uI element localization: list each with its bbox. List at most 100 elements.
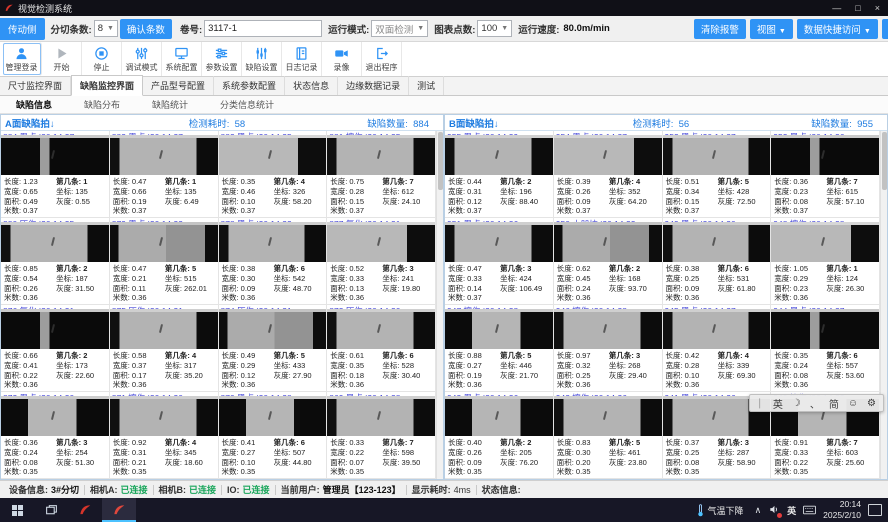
defect-cell-873[interactable]: 873 压伤 |20:14:30长度: 0.61第几条: 6宽度: 0.35坐标…: [327, 305, 436, 392]
defect-thumbnail[interactable]: [663, 222, 771, 262]
data-access-menu-button[interactable]: 数据快捷访问▼: [797, 19, 878, 39]
defect-cell-943[interactable]: 943 黑点 |20:14:26长度: 0.40第几条: 2宽度: 0.26坐标…: [445, 392, 554, 479]
defect-cell-951[interactable]: 951 黑点 |20:14:36长度: 0.47第几条: 3宽度: 0.33坐标…: [445, 218, 554, 305]
toolbar-button-defect[interactable]: 缺陷设置: [242, 42, 282, 76]
defect-thumbnail[interactable]: [771, 135, 879, 175]
tab-4[interactable]: 状态信息: [285, 76, 338, 95]
toolbar-button-record[interactable]: 录像: [322, 42, 362, 76]
toolbar-button-params[interactable]: 参数设置: [202, 42, 242, 76]
defect-cell-883[interactable]: 883 黑点 |20:14:37长度: 0.47第几条: 1宽度: 0.66坐标…: [110, 131, 219, 218]
close-button[interactable]: ×: [875, 3, 880, 13]
chart-points-select[interactable]: 100▼: [477, 20, 512, 37]
defect-thumbnail[interactable]: [110, 396, 218, 436]
defect-thumbnail[interactable]: [1, 396, 109, 436]
defect-cell-948[interactable]: 948 擦伤 |20:14:28长度: 1.05第几条: 1宽度: 0.29坐标…: [771, 218, 880, 305]
maximize-button[interactable]: □: [855, 3, 860, 13]
subtab-1[interactable]: 缺陷分布: [68, 96, 136, 113]
panel-scrollbar[interactable]: [880, 131, 887, 479]
defect-thumbnail[interactable]: [1, 222, 109, 262]
scrollbar-thumb[interactable]: [882, 132, 887, 190]
defect-thumbnail[interactable]: [663, 309, 771, 349]
defect-thumbnail[interactable]: [327, 222, 435, 262]
clear-alarm-button[interactable]: 清除报警: [694, 19, 746, 39]
defect-cell-955[interactable]: 955 黑点 |20:14:39长度: 0.44第几条: 2宽度: 0.31坐标…: [445, 131, 554, 218]
taskbar-app-2-active[interactable]: [102, 498, 136, 522]
defect-cell-953[interactable]: 953 黑点 |20:14:37长度: 0.51第几条: 5宽度: 0.34坐标…: [663, 131, 772, 218]
ime-drag-handle[interactable]: ❘: [755, 398, 763, 409]
defect-cell-880[interactable]: 880 压伤 |20:14:35长度: 0.85第几条: 2宽度: 0.54坐标…: [1, 218, 110, 305]
defect-thumbnail[interactable]: [327, 396, 435, 436]
defect-thumbnail[interactable]: [445, 396, 553, 436]
weather-widget[interactable]: 气温下降: [692, 498, 748, 522]
defect-thumbnail[interactable]: [110, 222, 218, 262]
defect-thumbnail[interactable]: [110, 135, 218, 175]
defect-cell-875[interactable]: 875 压伤 |20:14:31长度: 0.58第几条: 4宽度: 0.37坐标…: [110, 305, 219, 392]
defect-thumbnail[interactable]: [327, 135, 435, 175]
ime-item-2[interactable]: 、: [810, 396, 820, 411]
defect-cell-870[interactable]: 870 黑点 |20:14:28长度: 0.41第几条: 6宽度: 0.27坐标…: [219, 392, 328, 479]
tab-2[interactable]: 产品型号配置: [143, 76, 214, 95]
defect-thumbnail[interactable]: [327, 309, 435, 349]
defect-thumbnail[interactable]: [219, 396, 327, 436]
ime-language-indicator[interactable]: 英: [787, 504, 796, 517]
defect-cell-954[interactable]: 954 黑点 |20:14:37长度: 0.39第几条: 4宽度: 0.26坐标…: [554, 131, 663, 218]
tab-6[interactable]: 测试: [409, 76, 444, 95]
defect-thumbnail[interactable]: [445, 222, 553, 262]
toolbar-button-stop[interactable]: 停止: [82, 42, 122, 76]
defect-thumbnail[interactable]: [219, 309, 327, 349]
defect-cell-947[interactable]: 947 擦伤 |20:14:28长度: 0.88第几条: 5宽度: 0.27坐标…: [445, 305, 554, 392]
defect-cell-872[interactable]: 872 黑点 |20:14:30长度: 0.36第几条: 3宽度: 0.24坐标…: [1, 392, 110, 479]
defect-cell-942[interactable]: 942 擦伤 |20:14:26长度: 0.83第几条: 5宽度: 0.30坐标…: [554, 392, 663, 479]
volume-icon[interactable]: [768, 504, 780, 517]
defect-cell-882[interactable]: 882 黑点 |20:14:35长度: 0.35第几条: 4宽度: 0.46坐标…: [219, 131, 328, 218]
action-center-icon[interactable]: [868, 504, 882, 516]
minimize-button[interactable]: —: [832, 3, 841, 13]
toolbar-button-user[interactable]: 管理登录: [2, 42, 42, 76]
panel-title[interactable]: A面缺陷拍↓: [1, 116, 146, 130]
subtab-3[interactable]: 分类信息统计: [204, 96, 290, 113]
panel-title[interactable]: B面缺陷拍↓: [445, 116, 590, 130]
defect-thumbnail[interactable]: [445, 135, 553, 175]
defect-thumbnail[interactable]: [1, 309, 109, 349]
defect-cell-879[interactable]: 879 黑点 |20:14:33长度: 0.47第几条: 5宽度: 0.21坐标…: [110, 218, 219, 305]
view-menu-button[interactable]: 视图▼: [750, 19, 793, 39]
defect-cell-869[interactable]: 869 黑点 |20:14:28长度: 0.33第几条: 7宽度: 0.22坐标…: [327, 392, 436, 479]
scrollbar-thumb[interactable]: [438, 132, 443, 190]
defect-cell-884[interactable]: 884 黑点 |20:14:37长度: 1.23第几条: 1宽度: 0.65坐标…: [1, 131, 110, 218]
defect-thumbnail[interactable]: [554, 396, 662, 436]
tab-0[interactable]: 尺寸监控界面: [0, 76, 71, 95]
defect-cell-945[interactable]: 945 黑点 |20:14:27长度: 0.42第几条: 4宽度: 0.28坐标…: [663, 305, 772, 392]
defect-thumbnail[interactable]: [445, 309, 553, 349]
help-menu-button[interactable]: 帮助▼: [882, 19, 888, 39]
tab-5[interactable]: 边缘数据记录: [338, 76, 409, 95]
tab-3[interactable]: 系统参数配置: [214, 76, 285, 95]
tray-expand-chevron[interactable]: ∧: [755, 505, 762, 516]
defect-thumbnail[interactable]: [771, 309, 879, 349]
ime-item-3[interactable]: 简: [829, 396, 839, 411]
toolbar-button-log[interactable]: 日志记录: [282, 42, 322, 76]
toolbar-button-system[interactable]: 系统配置: [162, 42, 202, 76]
defect-thumbnail[interactable]: [554, 309, 662, 349]
toolbar-button-debug[interactable]: 调试模式: [122, 42, 162, 76]
defect-cell-946[interactable]: 946 擦伤 |20:14:28长度: 0.97第几条: 3宽度: 0.32坐标…: [554, 305, 663, 392]
defect-cell-949[interactable]: 949 黑点 |20:14:30长度: 0.38第几条: 6宽度: 0.25坐标…: [663, 218, 772, 305]
defect-thumbnail[interactable]: [219, 222, 327, 262]
ime-item-0[interactable]: 英: [773, 396, 783, 411]
defect-cell-952[interactable]: 952 黑点 |20:14:36长度: 0.36第几条: 7宽度: 0.23坐标…: [771, 131, 880, 218]
defect-cell-950[interactable]: 950 小凹坑 |20:14:32长度: 0.62第几条: 2宽度: 0.45坐…: [554, 218, 663, 305]
defect-thumbnail[interactable]: [219, 135, 327, 175]
taskbar-clock[interactable]: 20:14 2025/2/10: [823, 499, 861, 520]
start-button[interactable]: [0, 498, 34, 522]
ime-item-5[interactable]: ⚙: [867, 398, 876, 409]
taskbar-app-1[interactable]: [68, 498, 102, 522]
defect-cell-876[interactable]: 876 氧化 |20:14:31长度: 0.66第几条: 2宽度: 0.41坐标…: [1, 305, 110, 392]
task-view-button[interactable]: [34, 498, 68, 522]
ime-item-4[interactable]: ☺: [848, 398, 858, 409]
defect-cell-881[interactable]: 881 擦伤 |20:14:35长度: 0.75第几条: 7宽度: 0.28坐标…: [327, 131, 436, 218]
defect-thumbnail[interactable]: [554, 135, 662, 175]
defect-cell-871[interactable]: 871 擦伤 |20:14:30长度: 0.92第几条: 4宽度: 0.31坐标…: [110, 392, 219, 479]
defect-cell-944[interactable]: 944 黑点 |20:14:27长度: 0.35第几条: 6宽度: 0.24坐标…: [771, 305, 880, 392]
touch-keyboard-icon[interactable]: [803, 505, 816, 515]
toolbar-button-exit[interactable]: 退出程序: [362, 42, 402, 76]
panel-scrollbar[interactable]: [436, 131, 443, 479]
